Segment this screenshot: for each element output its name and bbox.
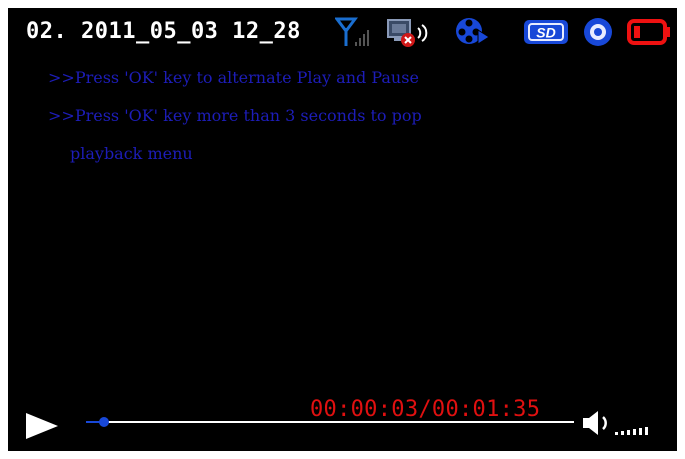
playback-controls: 00:00:03/00:01:35 bbox=[8, 394, 677, 444]
signal-icon bbox=[335, 17, 369, 46]
progress-knob[interactable] bbox=[98, 417, 109, 427]
help-message-line-3: playback menu bbox=[70, 144, 193, 163]
video-player-screen: 02. 2011_05_03 12_28 SD >>Press 'OK' key… bbox=[8, 8, 677, 451]
help-message-line-2: >>Press 'OK' key more than 3 seconds to … bbox=[48, 106, 422, 125]
battery-low-icon bbox=[627, 19, 670, 45]
video-out-disconnected-icon bbox=[387, 19, 428, 47]
sd-card-icon: SD bbox=[524, 20, 568, 44]
volume-icon[interactable] bbox=[581, 408, 657, 438]
file-name: 02. 2011_05_03 12_28 bbox=[26, 19, 301, 44]
eye-icon bbox=[584, 18, 612, 46]
play-icon[interactable] bbox=[24, 411, 60, 441]
help-message-line-1: >>Press 'OK' key to alternate Play and P… bbox=[48, 68, 419, 87]
sd-card-label: SD bbox=[536, 25, 555, 41]
film-reel-play-icon bbox=[456, 18, 490, 45]
status-bar: 02. 2011_05_03 12_28 SD bbox=[8, 8, 677, 56]
playback-time: 00:00:03/00:01:35 bbox=[310, 397, 541, 422]
